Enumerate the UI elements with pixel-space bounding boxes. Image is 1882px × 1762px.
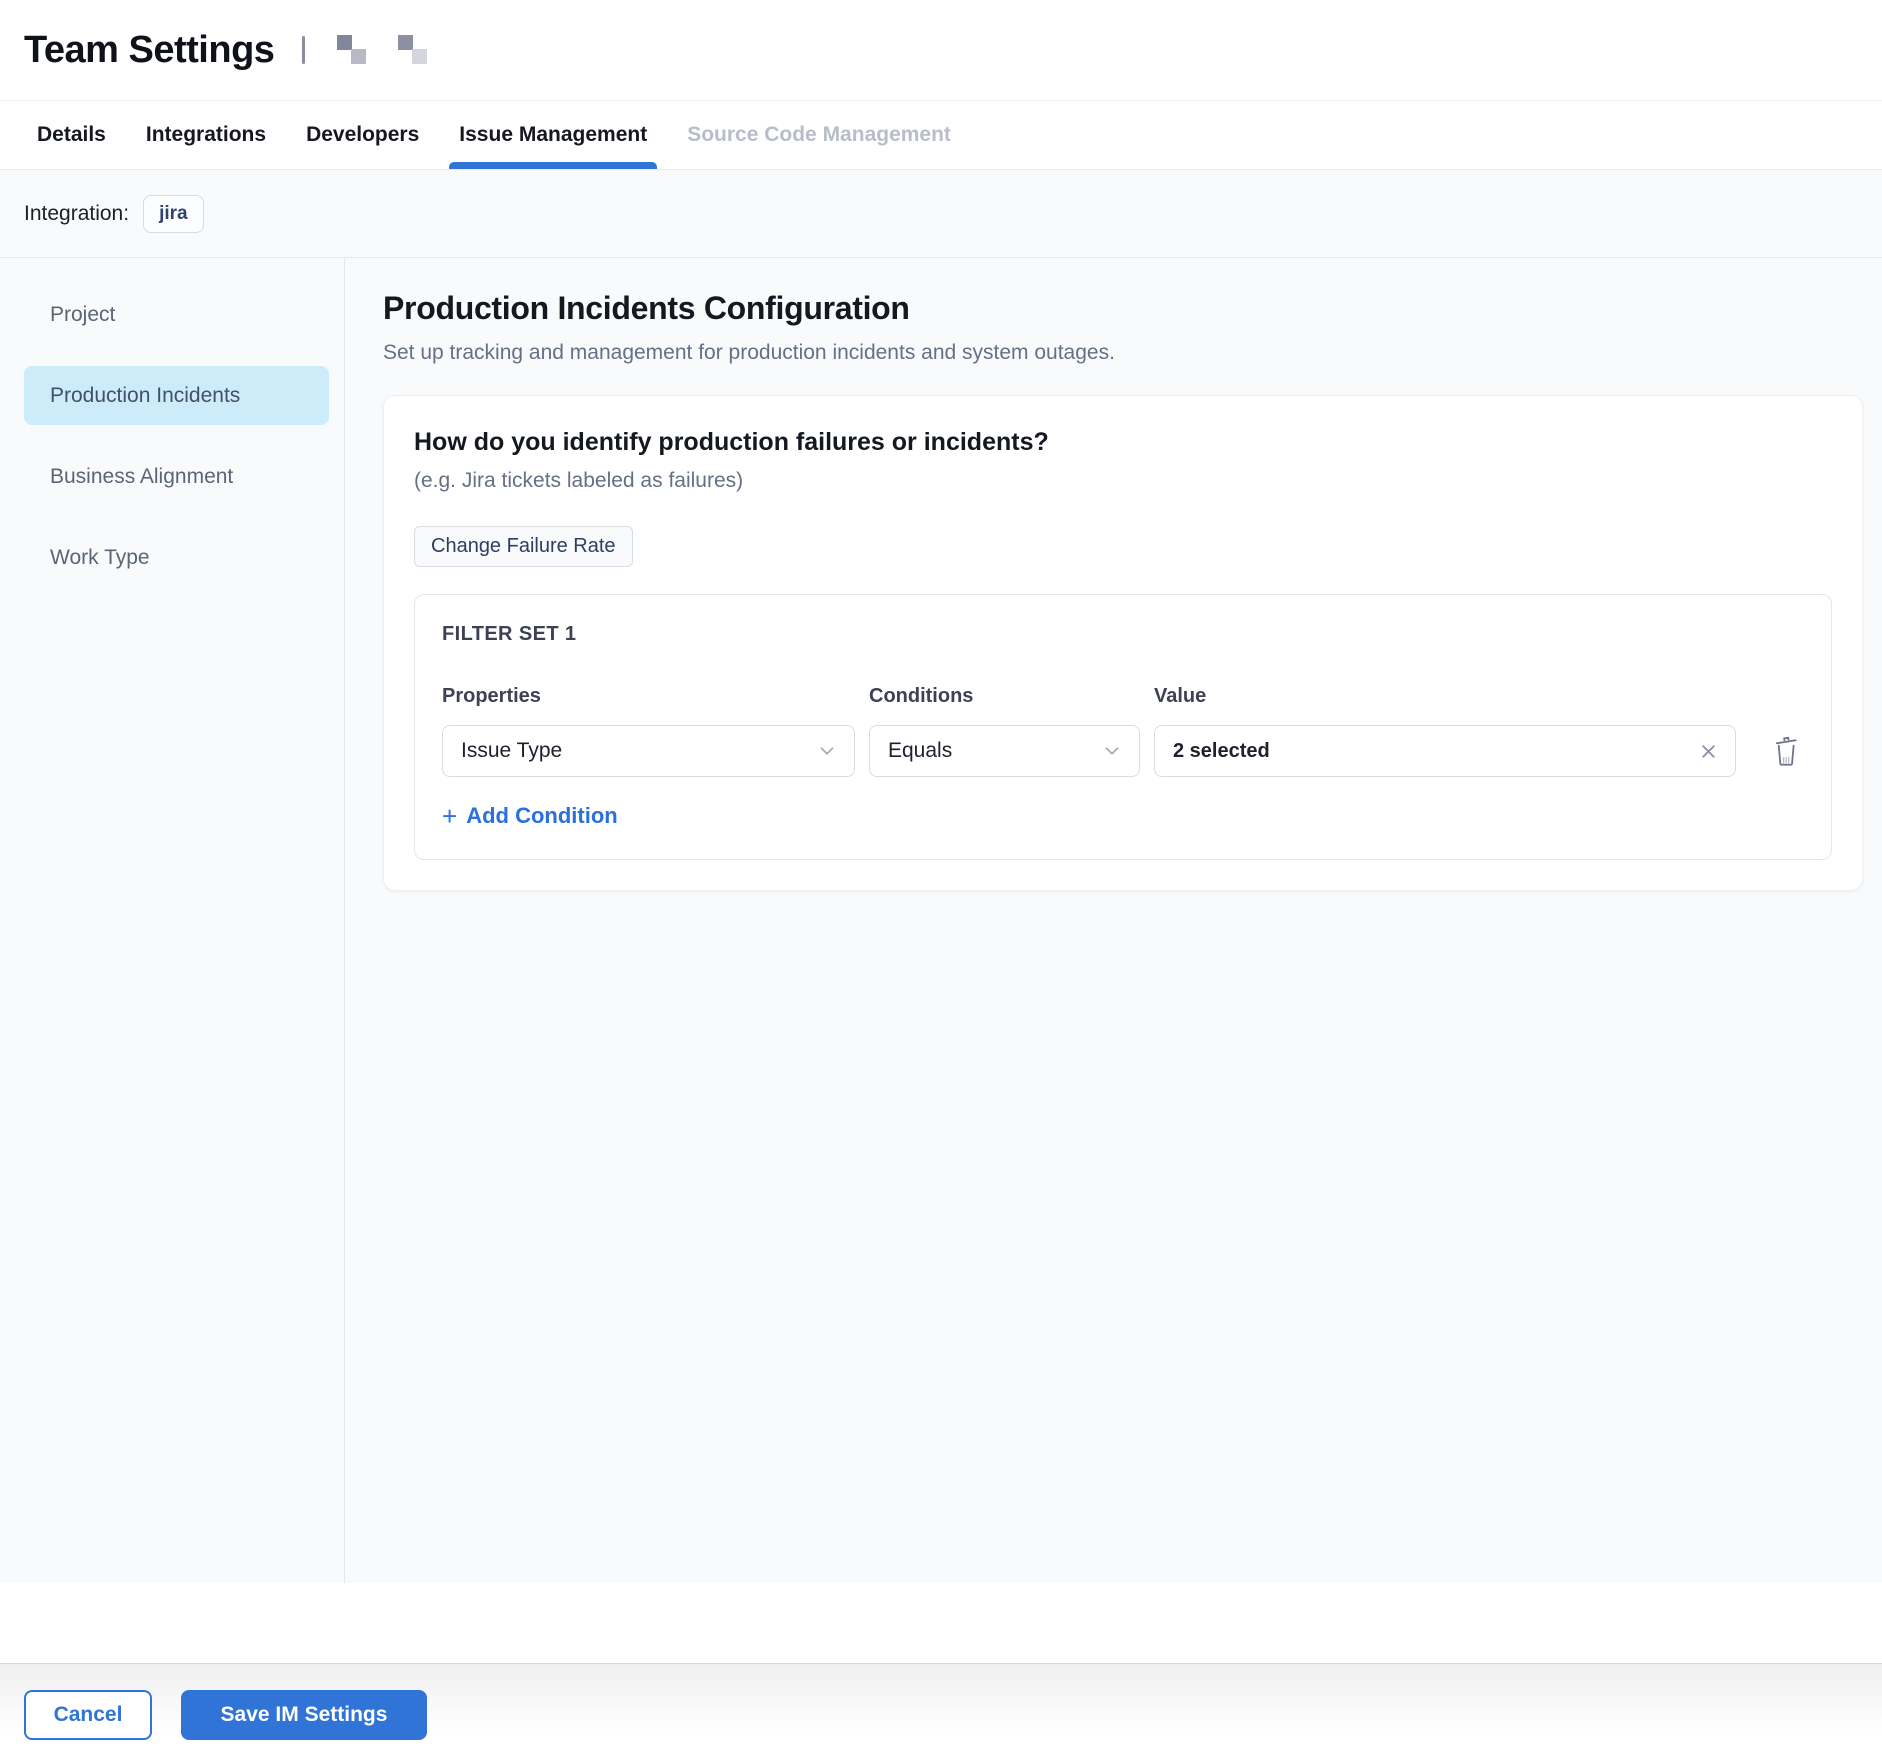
add-condition-label: Add Condition — [466, 803, 618, 829]
footer-bar: Cancel Save IM Settings — [0, 1663, 1882, 1762]
column-header-properties: Properties — [442, 685, 855, 708]
integration-badge: jira — [143, 195, 204, 233]
settings-body: Project Production Incidents Business Al… — [0, 258, 1882, 1583]
column-header-value: Value — [1154, 685, 1736, 708]
filter-grid: Properties Conditions Value Issue Type E… — [442, 685, 1803, 777]
value-selected-count: 2 selected — [1173, 740, 1270, 763]
settings-tabbar: Details Integrations Developers Issue Ma… — [0, 101, 1882, 170]
logo-square-dark — [398, 35, 413, 50]
section-title: Production Incidents Configuration — [383, 290, 1882, 327]
clear-value-icon[interactable] — [1698, 741, 1719, 762]
condition-select[interactable]: Equals — [869, 725, 1140, 777]
logo-square-light — [412, 49, 427, 64]
filter-set-box: FILTER SET 1 Properties Conditions Value… — [414, 594, 1832, 860]
page-title: Team Settings — [24, 29, 274, 72]
section-subtitle: Set up tracking and management for produ… — [383, 341, 1882, 365]
tab-issue-management[interactable]: Issue Management — [459, 101, 647, 169]
integration-bar: Integration: jira — [0, 170, 1882, 258]
card-question: How do you identify production failures … — [414, 428, 1832, 457]
cancel-button[interactable]: Cancel — [24, 1690, 152, 1740]
sidebar-item-work-type[interactable]: Work Type — [24, 528, 329, 587]
tab-developers[interactable]: Developers — [306, 101, 419, 169]
pixel-logo-icon — [337, 35, 367, 65]
sidebar-item-production-incidents[interactable]: Production Incidents — [24, 366, 329, 425]
page-header: Team Settings — [0, 0, 1882, 101]
condition-select-value: Equals — [888, 739, 952, 763]
footer-actions: Cancel Save IM Settings — [24, 1690, 427, 1740]
change-failure-rate-button[interactable]: Change Failure Rate — [414, 526, 633, 567]
row-actions — [1750, 735, 1803, 767]
main-content: Production Incidents Configuration Set u… — [345, 258, 1882, 1583]
plus-icon: + — [442, 803, 457, 829]
save-im-settings-button[interactable]: Save IM Settings — [181, 1690, 427, 1740]
pixel-logo-icon — [398, 35, 428, 65]
integration-label: Integration: — [24, 202, 129, 226]
add-condition-button[interactable]: + Add Condition — [442, 803, 618, 829]
title-divider — [302, 36, 305, 64]
chevron-down-icon — [816, 740, 838, 762]
logo-square-dark — [337, 35, 352, 50]
tab-details[interactable]: Details — [37, 101, 106, 169]
filter-set-title: FILTER SET 1 — [442, 623, 1803, 646]
property-select-value: Issue Type — [461, 739, 562, 763]
sidebar-item-project[interactable]: Project — [24, 285, 329, 344]
team-settings-page: Team Settings Details Integrations Devel… — [0, 0, 1882, 1762]
incidents-config-card: How do you identify production failures … — [383, 395, 1863, 891]
value-multiselect[interactable]: 2 selected — [1154, 725, 1736, 777]
sidebar-item-business-alignment[interactable]: Business Alignment — [24, 447, 329, 506]
property-select[interactable]: Issue Type — [442, 725, 855, 777]
settings-sidebar: Project Production Incidents Business Al… — [0, 258, 345, 1583]
tab-source-code-management[interactable]: Source Code Management — [687, 101, 951, 169]
chevron-down-icon — [1101, 740, 1123, 762]
column-header-conditions: Conditions — [869, 685, 1140, 708]
card-hint: (e.g. Jira tickets labeled as failures) — [414, 469, 1832, 493]
logo-square-light — [351, 49, 366, 64]
tab-integrations[interactable]: Integrations — [146, 101, 266, 169]
delete-filter-row-icon[interactable] — [1772, 735, 1801, 767]
